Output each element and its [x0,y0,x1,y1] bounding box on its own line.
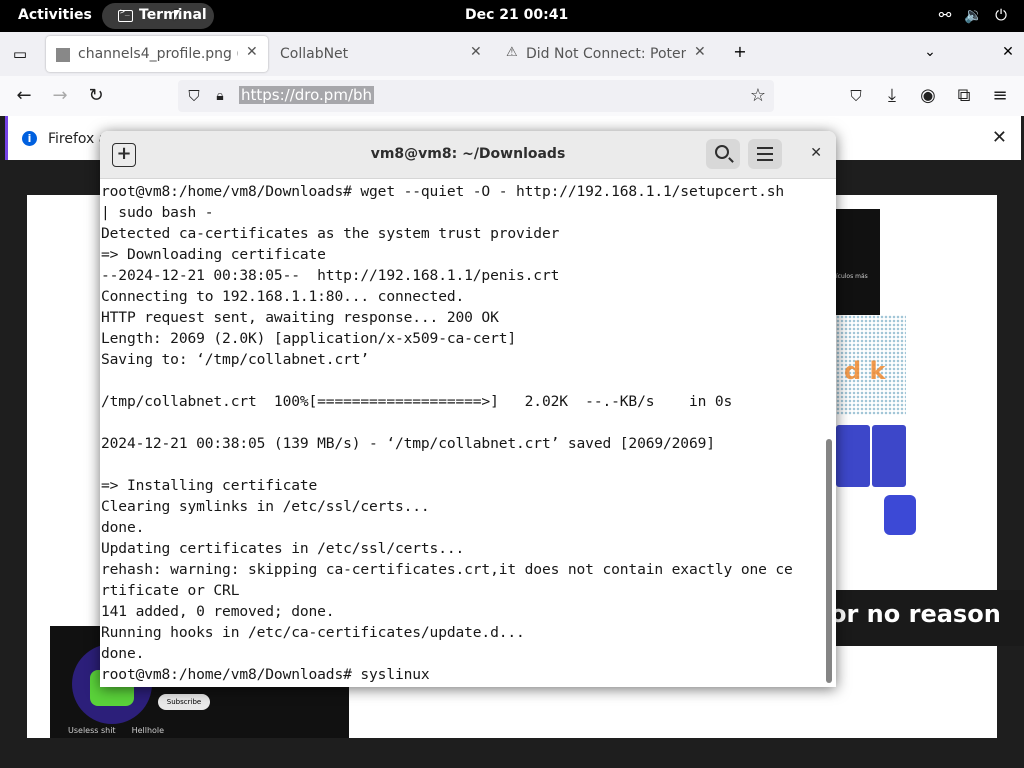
figure-legs [836,425,916,535]
url-bar[interactable]: ⛉ 🔒︎ https://dro.pm/bh ☆ [178,80,774,112]
terminal-line: Detected ca-certificates as the system t… [101,225,560,242]
info-icon: i [22,131,37,146]
app-menu-button[interactable]: Terminal [102,3,214,29]
terminal-line: done. [101,645,145,662]
lock-icon[interactable]: 🔒︎ [208,84,232,108]
terminal-line: /tmp/collabnet.crt 100%[================… [101,393,733,410]
left-leg [836,425,870,487]
system-tray[interactable]: ⚯ 🔉 ⏻ [936,6,1010,24]
extensions-icon[interactable]: ⧉ [952,84,976,108]
banner-text: or no reason [828,590,1024,646]
snippet-text: ículos más [836,273,868,280]
terminal-line: rehash: warning: skipping ca-certificate… [101,561,793,578]
figure-image: d k [836,315,926,535]
back-icon[interactable]: ← [12,84,36,108]
pocket-icon[interactable]: ⛉ [844,84,868,108]
tab-collabnet[interactable]: CollabNet ✕ [270,36,492,72]
terminal-line: Running hooks in /etc/ca-certificates/up… [101,624,525,641]
close-icon[interactable]: ✕ [470,44,482,60]
right-leg [872,425,906,487]
tab-did-not-connect[interactable]: ⚠ Did Not Connect: Potentia ✕ [494,36,716,72]
terminal-line: | sudo bash - [101,204,214,221]
volume-icon[interactable]: 🔉 [964,6,983,24]
terminal-line: root@vm8:/home/vm8/Downloads# wget --qui… [101,183,785,200]
terminal-line: HTTP request sent, awaiting response... … [101,309,499,326]
reload-icon[interactable]: ↻ [84,84,108,108]
search-button[interactable] [706,139,740,169]
forward-icon[interactable]: → [48,84,72,108]
tab-overview-icon[interactable]: ▭ [8,42,32,66]
power-icon[interactable]: ⏻ [992,6,1010,24]
terminal-icon [118,7,133,22]
tab-label: Did Not Connect: Potentia [526,46,686,62]
profile-tabs: Useless shit Hellhole [68,726,164,735]
app-name: Terminal [139,7,207,23]
subscribe-button: Subscribe [158,694,210,710]
terminal-line: => Installing certificate [101,477,318,494]
close-icon[interactable]: ✕ [246,44,258,60]
terminal-line: --2024-12-21 00:38:05-- http://192.168.1… [101,267,560,284]
chevron-down-icon[interactable]: ⌄ [918,40,942,64]
account-icon[interactable]: ◉ [916,84,940,108]
figure-text: d k [844,357,886,385]
terminal-line: => Downloading certificate [101,246,326,263]
hamburger-menu-icon [757,147,773,161]
image-favicon-icon [56,48,70,62]
figure-feet [884,495,916,535]
search-icon [715,145,729,159]
downloads-icon[interactable]: ⤓ [880,84,904,108]
profile-tab: Useless shit [68,726,116,735]
bookmark-star-icon[interactable]: ☆ [746,84,770,108]
terminal-header-bar[interactable]: + vm8@vm8: ~/Downloads ✕ [100,131,836,179]
close-window-icon[interactable]: ✕ [996,40,1020,64]
close-icon[interactable]: ✕ [694,44,706,60]
gnome-top-bar: Activities Terminal Dec 21 00:41 ⚯ 🔉 ⏻ [0,0,1024,32]
network-icon[interactable]: ⚯ [936,6,954,24]
terminal-line: rtificate or CRL [101,582,240,599]
terminal-line: root@vm8:/home/vm8/Downloads# syslinux [101,666,430,683]
terminal-line: Clearing symlinks in /etc/ssl/certs... [101,498,430,515]
close-icon[interactable]: ✕ [810,145,822,161]
terminal-line: Updating certificates in /etc/ssl/certs.… [101,540,465,557]
mouse-cursor-icon [174,10,180,20]
terminal-output[interactable]: root@vm8:/home/vm8/Downloads# wget --qui… [100,180,822,687]
tab-label: channels4_profile.png (P [78,46,238,62]
terminal-scrollbar[interactable] [826,439,832,683]
terminal-line: 2024-12-21 00:38:05 (139 MB/s) - ‘/tmp/c… [101,435,715,452]
terminal-line: Connecting to 192.168.1.1:80... connecte… [101,288,465,305]
terminal-window[interactable]: + vm8@vm8: ~/Downloads ✕ root@vm8:/home/… [100,131,836,687]
activities-button[interactable]: Activities [18,7,92,23]
new-tab-icon[interactable]: + [728,40,752,64]
snippet-image: ículos más [836,209,880,315]
shield-icon[interactable]: ⛉ [182,84,206,108]
firefox-tab-strip: ▭ channels4_profile.png (P ✕ CollabNet ✕… [0,32,1024,76]
profile-tab: Hellhole [131,726,165,735]
warning-icon: ⚠ [506,45,518,60]
close-icon[interactable]: ✕ [992,127,1007,148]
terminal-line: 141 added, 0 removed; done. [101,603,335,620]
clock[interactable]: Dec 21 00:41 [465,7,568,23]
url-text[interactable]: https://dro.pm/bh [239,86,375,104]
hamburger-menu-icon[interactable]: ≡ [988,84,1012,108]
terminal-line: Length: 2069 (2.0K) [application/x-x509-… [101,330,517,347]
firefox-nav-bar: ← → ↻ ⛉ 🔒︎ https://dro.pm/bh ☆ ⛉ ⤓ ◉ ⧉ ≡ [0,76,1024,116]
notification-text: Firefox a [48,131,108,147]
tab-channels4-profile[interactable]: channels4_profile.png (P ✕ [46,36,268,72]
terminal-line: Saving to: ‘/tmp/collabnet.crt’ [101,351,370,368]
menu-button[interactable] [748,139,782,169]
terminal-line: done. [101,519,145,536]
tab-label: CollabNet [280,46,349,62]
